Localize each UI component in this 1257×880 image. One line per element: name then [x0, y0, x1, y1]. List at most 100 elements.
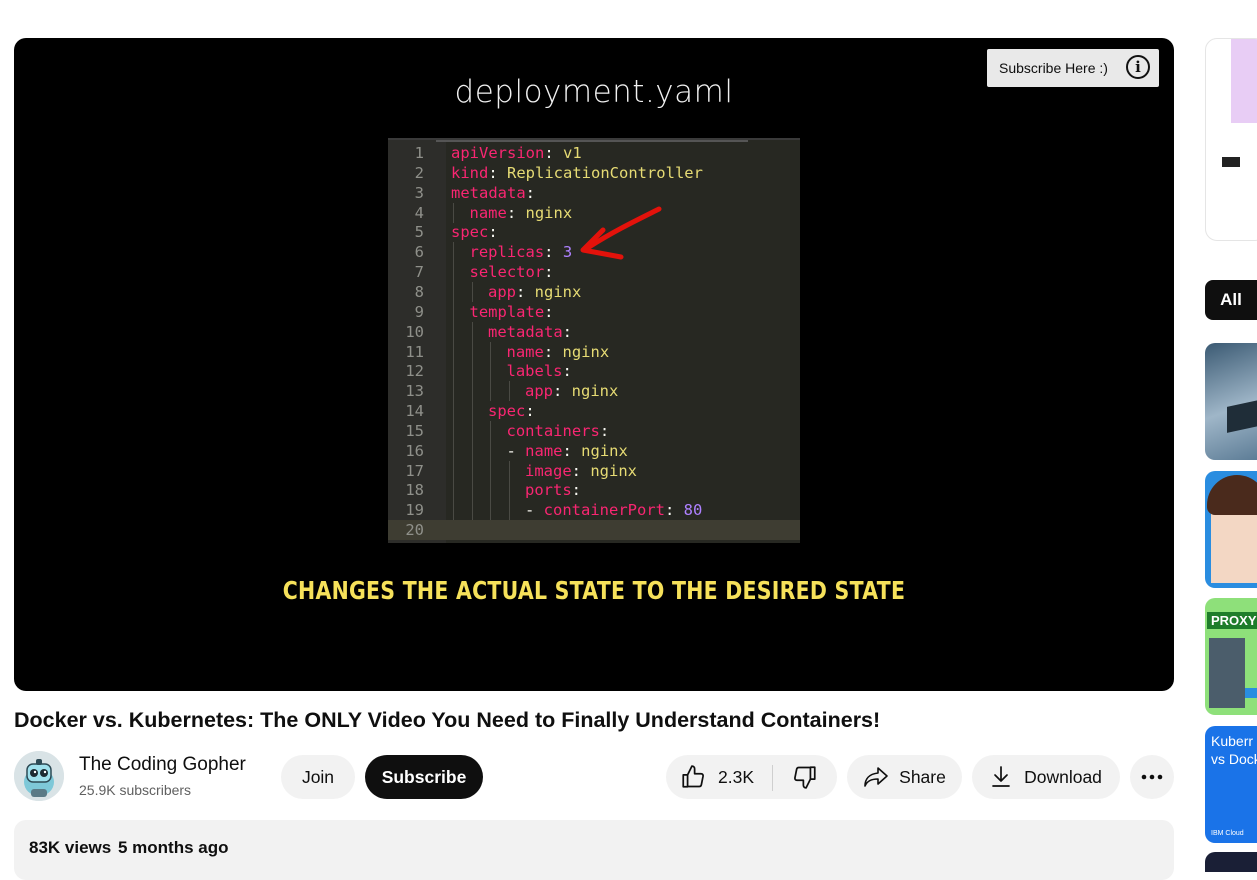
line-number: 14	[405, 402, 424, 421]
line-number: 16	[405, 441, 424, 460]
indent-guide	[471, 341, 473, 362]
upload-age: 5 months ago	[118, 838, 229, 857]
code-text: spec:	[488, 402, 535, 421]
line-number: 13	[405, 382, 424, 401]
code-text: labels:	[506, 362, 572, 381]
indent-guide	[471, 361, 473, 382]
info-icon[interactable]: i	[1126, 55, 1150, 79]
code-text: metadata:	[451, 183, 535, 202]
code-line: 9 template:	[388, 301, 800, 322]
code-line: 19 - containerPort: 80	[388, 500, 800, 521]
like-icon	[682, 765, 704, 788]
more-icon	[1141, 774, 1163, 780]
code-text: template:	[469, 302, 554, 321]
indent-guide	[508, 460, 510, 481]
code-text: - containerPort: 80	[525, 501, 703, 520]
code-line: 8 app: nginx	[388, 281, 800, 302]
download-button[interactable]: Download	[972, 755, 1120, 799]
indent-guide	[471, 281, 473, 302]
code-line: 14 spec:	[388, 401, 800, 422]
dislike-button[interactable]	[772, 755, 837, 799]
ibm-cloud-logo: IBM Cloud	[1211, 830, 1244, 837]
related-video-thumbnail-1[interactable]	[1205, 343, 1257, 460]
line-number: 15	[405, 421, 424, 440]
indent-guide	[453, 202, 454, 223]
line-number: 11	[405, 342, 424, 361]
code-text: kind: ReplicationController	[451, 163, 703, 182]
related-video-thumbnail-5[interactable]	[1205, 852, 1257, 872]
indent-guide	[471, 440, 473, 461]
sidebar-ad-card[interactable]	[1205, 38, 1257, 241]
code-line: 18 ports:	[388, 480, 800, 501]
line-number: 12	[405, 362, 424, 381]
indent-guide	[453, 321, 454, 342]
indent-guide	[471, 480, 473, 501]
line-number: 7	[414, 263, 424, 282]
thumbnail-rack-shape	[1209, 638, 1245, 708]
indent-guide	[471, 420, 473, 441]
subscribe-button[interactable]: Subscribe	[365, 755, 483, 799]
code-text: selector:	[469, 263, 554, 282]
subscribe-here-card[interactable]: Subscribe Here :) i	[987, 49, 1159, 87]
code-line: 1 apiVersion: v1	[388, 143, 800, 163]
indent-guide	[471, 321, 473, 342]
like-button[interactable]: 2.3K	[666, 755, 772, 799]
more-actions-button[interactable]	[1130, 755, 1174, 799]
view-count: 83K views	[29, 838, 112, 857]
indent-guide	[453, 262, 454, 283]
line-number: 8	[414, 282, 424, 301]
thumbnail-server-shape	[1227, 399, 1257, 433]
indent-guide	[471, 381, 473, 402]
share-button[interactable]: Share	[847, 755, 962, 799]
code-line: 13 app: nginx	[388, 381, 800, 402]
ad-logo-icon	[1222, 157, 1240, 167]
subscribe-here-label: Subscribe Here :)	[999, 60, 1108, 76]
video-player[interactable]: deployment.yaml 1 apiVersion: v1 2 kind: Re…	[14, 38, 1174, 691]
line-number: 20	[405, 521, 424, 540]
thumbnail-title-line-1: Kuberr	[1211, 733, 1254, 749]
code-line: 20	[388, 520, 800, 541]
indent-guide	[453, 440, 454, 461]
line-number: 10	[405, 322, 424, 341]
line-number: 1	[414, 144, 424, 162]
line-number: 9	[414, 302, 424, 321]
related-video-thumbnail-4[interactable]: Kuberr vs Dock IBM Cloud	[1205, 726, 1257, 843]
share-label: Share	[899, 766, 946, 787]
indent-guide	[508, 500, 510, 521]
line-number: 18	[405, 481, 424, 500]
indent-guide	[471, 460, 473, 481]
indent-guide	[453, 381, 454, 402]
code-text: app: nginx	[525, 382, 619, 401]
indent-guide	[508, 381, 510, 402]
indent-guide	[453, 281, 454, 302]
line-number: 2	[414, 163, 424, 182]
code-line: 2 kind: ReplicationController	[388, 163, 800, 183]
code-line: 17 image: nginx	[388, 460, 800, 481]
code-text: spec:	[451, 223, 498, 242]
like-count: 2.3K	[718, 766, 754, 787]
related-video-thumbnail-2[interactable]	[1205, 471, 1257, 588]
channel-name[interactable]: The Coding Gopher	[79, 754, 246, 776]
indent-guide	[453, 480, 454, 501]
line-number: 17	[405, 461, 424, 480]
code-line: 3 metadata:	[388, 183, 800, 203]
thumbnail-proxy-label: PROXY	[1207, 612, 1257, 629]
code-text: - name: nginx	[506, 441, 628, 460]
code-text: containers:	[506, 421, 610, 440]
filter-chip-all[interactable]: All	[1205, 280, 1257, 320]
indent-guide	[453, 401, 454, 422]
related-video-thumbnail-3[interactable]: PROXY	[1205, 598, 1257, 715]
code-line: 10 metadata:	[388, 321, 800, 342]
code-line: 15 containers:	[388, 420, 800, 441]
code-text: name: nginx	[469, 203, 573, 222]
dislike-icon	[793, 766, 816, 789]
code-text: name: nginx	[506, 342, 610, 361]
indent-guide	[490, 500, 491, 521]
thumbnail-hair-shape	[1207, 475, 1257, 515]
indent-guide	[471, 500, 473, 521]
join-button[interactable]: Join	[281, 755, 355, 799]
description-box[interactable]: 83K views 5 months ago	[14, 820, 1174, 880]
code-text: replicas: 3	[469, 243, 573, 262]
channel-avatar[interactable]	[14, 751, 64, 801]
code-text: image: nginx	[525, 461, 638, 480]
